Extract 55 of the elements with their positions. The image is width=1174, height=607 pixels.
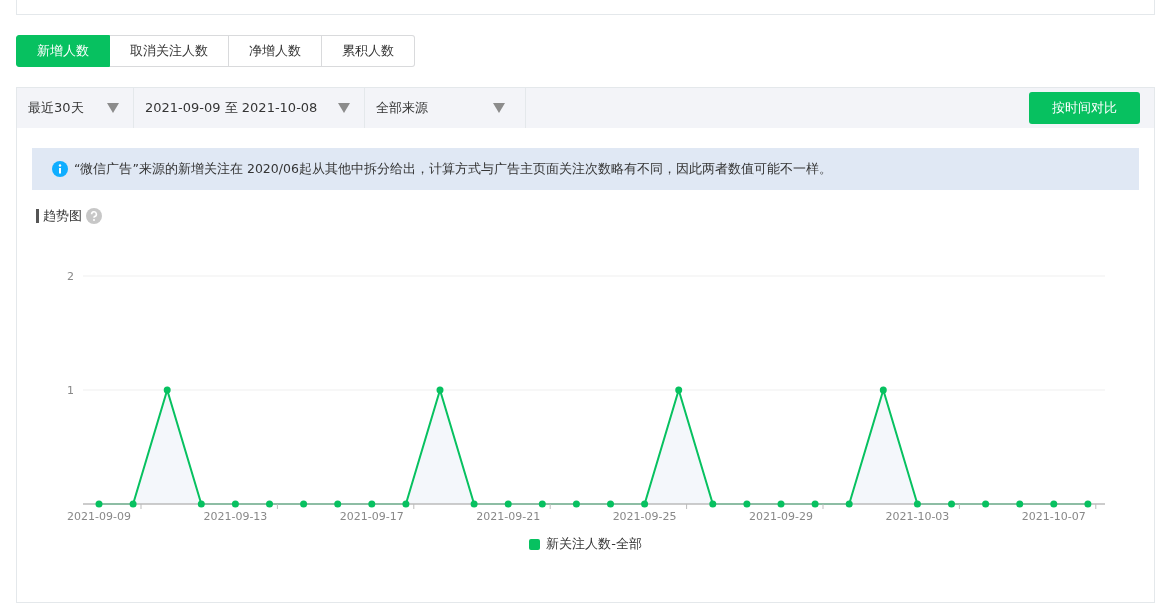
chart-title: 趋势图 [43,207,82,225]
x-tick-label: 2021-09-17 [339,510,404,523]
title-marker [36,209,39,223]
x-tick-label: 2021-09-25 [612,510,677,523]
tab[interactable]: 累积人数 [322,35,415,67]
data-point [743,500,751,508]
data-point [368,500,376,508]
info-icon [52,161,68,177]
x-tick-label: 2021-10-03 [885,510,950,523]
data-point [879,386,887,394]
x-tick-label: 2021-09-13 [203,510,268,523]
data-point [231,500,239,508]
data-point [913,500,921,508]
help-icon[interactable] [86,208,102,224]
caret-icon [338,103,350,113]
x-tick-label: 2021-09-29 [749,510,813,523]
data-point [982,500,990,508]
data-point [538,500,546,508]
filter-dropdown[interactable]: 最近30天 [17,88,134,128]
filter-dropdown[interactable]: 全部来源 [365,88,526,128]
data-point [709,500,717,508]
data-point [811,500,819,508]
data-point [675,386,683,394]
tab[interactable]: 取消关注人数 [110,35,229,67]
data-point [777,500,785,508]
data-point [266,500,273,508]
y-tick-label: 2 [67,270,74,283]
data-point [470,500,478,508]
data-point [197,500,205,508]
data-point [1050,500,1058,508]
data-point [845,500,853,508]
caret-icon [107,103,119,113]
data-point [504,500,512,508]
notice-text: “微信广告”来源的新增关注在 2020/06起从其他中拆分给出，计算方式与广告主页面关注次数略有不同，因此两者数值可能不一样。 [74,160,832,178]
data-point [1084,500,1092,508]
data-point [163,386,171,394]
caret-icon [493,103,505,113]
data-point [402,500,410,508]
data-point [948,500,955,508]
x-tick-label: 2021-09-09 [67,510,131,523]
data-point [129,500,137,508]
x-tick-label: 2021-09-21 [476,510,541,523]
data-point [572,500,580,508]
data-point [300,500,308,508]
data-point [436,386,444,394]
data-point [95,500,103,508]
data-point [334,500,342,508]
legend-label[interactable]: 新关注人数-全部 [546,535,642,553]
data-point [641,500,649,508]
data-point [1016,500,1024,508]
x-tick-label: 2021-10-07 [1021,510,1086,523]
y-tick-label: 1 [67,384,74,397]
filter-dropdown[interactable]: 2021-09-09 至 2021-10-08 [134,88,365,128]
tab[interactable]: 净增人数 [229,35,322,67]
data-point [607,500,614,508]
